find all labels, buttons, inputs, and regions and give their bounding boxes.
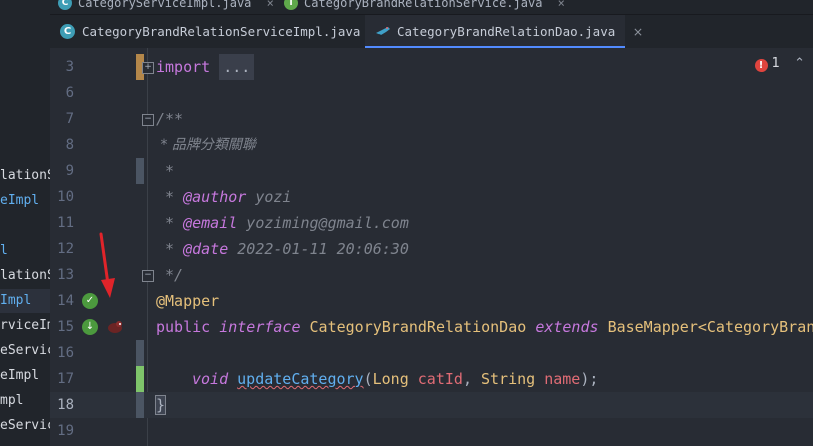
implemented-gutter-icon[interactable]: ↓ (82, 319, 98, 335)
secondary-tab-bar: C CategoryServiceImpl.java × I CategoryB… (50, 0, 813, 15)
line-number: 8 (65, 137, 74, 153)
code-line: 7 − /** (50, 106, 813, 132)
line-number: 11 (57, 215, 74, 231)
code-line: 8 * 品牌分類關聯 (50, 132, 813, 158)
comment: * 品牌分類關聯 (156, 137, 256, 153)
change-marker (136, 392, 144, 418)
close-icon[interactable]: × (633, 24, 643, 39)
line-number: 3 (65, 59, 74, 75)
code-line: 19 (50, 418, 813, 444)
code-line: 13 − */ (50, 262, 813, 288)
code-line: 11 * @email yoziming@gmail.com (50, 210, 813, 236)
tree-item[interactable]: rviceIm (0, 314, 50, 338)
comment: */ (156, 266, 184, 284)
class-icon: C (60, 24, 75, 39)
code-line: 15 ↓ public interface CategoryBrandRelat… (50, 314, 813, 340)
line-number: 10 (57, 189, 74, 205)
line-number: 13 (57, 267, 74, 283)
project-tree-panel[interactable]: lationS eImpl l lationS Impl rviceIm eSe… (0, 0, 51, 446)
code-editor[interactable]: ! 1 ⌃ 3 + import ... 6 7 − /** 8 * 品牌分類關… (50, 48, 813, 446)
editor-tab-bar: C CategoryBrandRelationServiceImpl.java … (50, 15, 813, 49)
code-line: 16 (50, 340, 813, 366)
keyword: void (192, 370, 229, 388)
tree-item[interactable]: eServic (0, 414, 50, 438)
parameter: name (544, 370, 581, 388)
interface-name: CategoryBrandRelationDao (309, 318, 527, 336)
mybatis-icon (375, 24, 390, 39)
line-number: 16 (57, 345, 74, 361)
tab-label: CategoryBrandRelationServiceImpl.java (82, 24, 361, 39)
code-line-current: 18 } (50, 392, 813, 418)
mapper-gutter-icon[interactable]: ✓ (82, 293, 98, 309)
code-line: 3 + import ... (50, 54, 813, 80)
tree-item[interactable]: eServic (0, 339, 50, 363)
javadoc-tag: @email (183, 214, 238, 232)
comment: * @date 2022-01-11 20:06:30 (156, 240, 409, 258)
tab-label: CategoryServiceImpl.java (78, 0, 252, 10)
code-line: 12 * @date 2022-01-11 20:06:30 (50, 236, 813, 262)
mybatis-icon[interactable] (106, 319, 122, 335)
code-line: 10 * @author yozi (50, 184, 813, 210)
keyword: import (156, 58, 211, 76)
fold-collapse-icon[interactable]: − (142, 114, 154, 126)
base-type: BaseMapper<CategoryBrand (607, 318, 813, 336)
line-number: 17 (57, 371, 74, 387)
comment: * @author yozi (156, 188, 292, 206)
tab-label: CategoryBrandRelationDao.java (397, 24, 616, 39)
tab-category-brand-relation-service[interactable]: I CategoryBrandRelationService.java × (278, 0, 565, 14)
fold-expand-icon[interactable]: + (142, 62, 154, 74)
parameter: catId (417, 370, 463, 388)
javadoc-tag: @date (183, 240, 229, 258)
comment: * @email yoziming@gmail.com (156, 214, 409, 232)
code-line: 6 (50, 80, 813, 106)
javadoc-tag: @author (183, 188, 247, 206)
line-number: 19 (57, 423, 74, 439)
line-number: 18 (57, 397, 74, 413)
close-icon[interactable]: × (558, 0, 565, 10)
line-number: 9 (65, 163, 74, 179)
close-icon[interactable]: × (267, 0, 274, 10)
tab-category-brand-relation-dao[interactable]: CategoryBrandRelationDao.java × (365, 15, 643, 48)
fold-end-icon[interactable]: − (142, 270, 154, 282)
code-line: 17 void updateCategory(Long catId, Strin… (50, 366, 813, 392)
line-number: 15 (57, 319, 74, 335)
keyword: extends (535, 318, 599, 336)
red-arrow-annotation (99, 232, 115, 298)
keyword: interface (219, 318, 301, 336)
class-icon: C (58, 0, 72, 10)
tab-category-service-impl[interactable]: C CategoryServiceImpl.java × (52, 0, 274, 14)
comment: * (156, 162, 175, 180)
tree-item[interactable]: eImpl (0, 364, 39, 388)
line-number: 14 (57, 293, 74, 309)
matched-brace: } (154, 395, 167, 415)
line-number: 7 (65, 111, 74, 127)
line-number: 12 (57, 241, 74, 257)
tree-item[interactable]: lationS (0, 264, 50, 288)
change-marker (136, 340, 144, 366)
folded-region[interactable]: ... (219, 54, 255, 80)
tab-label: CategoryBrandRelationService.java (304, 0, 543, 10)
tree-item[interactable]: l (0, 239, 8, 263)
tree-item[interactable]: eImpl (0, 189, 39, 213)
tab-category-brand-relation-service-impl[interactable]: C CategoryBrandRelationServiceImpl.java … (50, 15, 388, 48)
tree-item[interactable]: lationS (0, 164, 50, 188)
tree-item[interactable]: mpl (0, 389, 23, 413)
code-line: 14 ✓ @Mapper (50, 288, 813, 314)
keyword: public (156, 318, 211, 336)
added-line-marker (136, 366, 144, 392)
annotation: @Mapper (156, 292, 220, 310)
change-marker (136, 158, 144, 184)
line-number: 6 (65, 85, 74, 101)
code-line: 9 * (50, 158, 813, 184)
method-name: updateCategory (237, 370, 364, 388)
comment: /** (156, 110, 184, 128)
interface-icon: I (284, 0, 298, 10)
tree-item-selected[interactable]: Impl (0, 289, 50, 313)
